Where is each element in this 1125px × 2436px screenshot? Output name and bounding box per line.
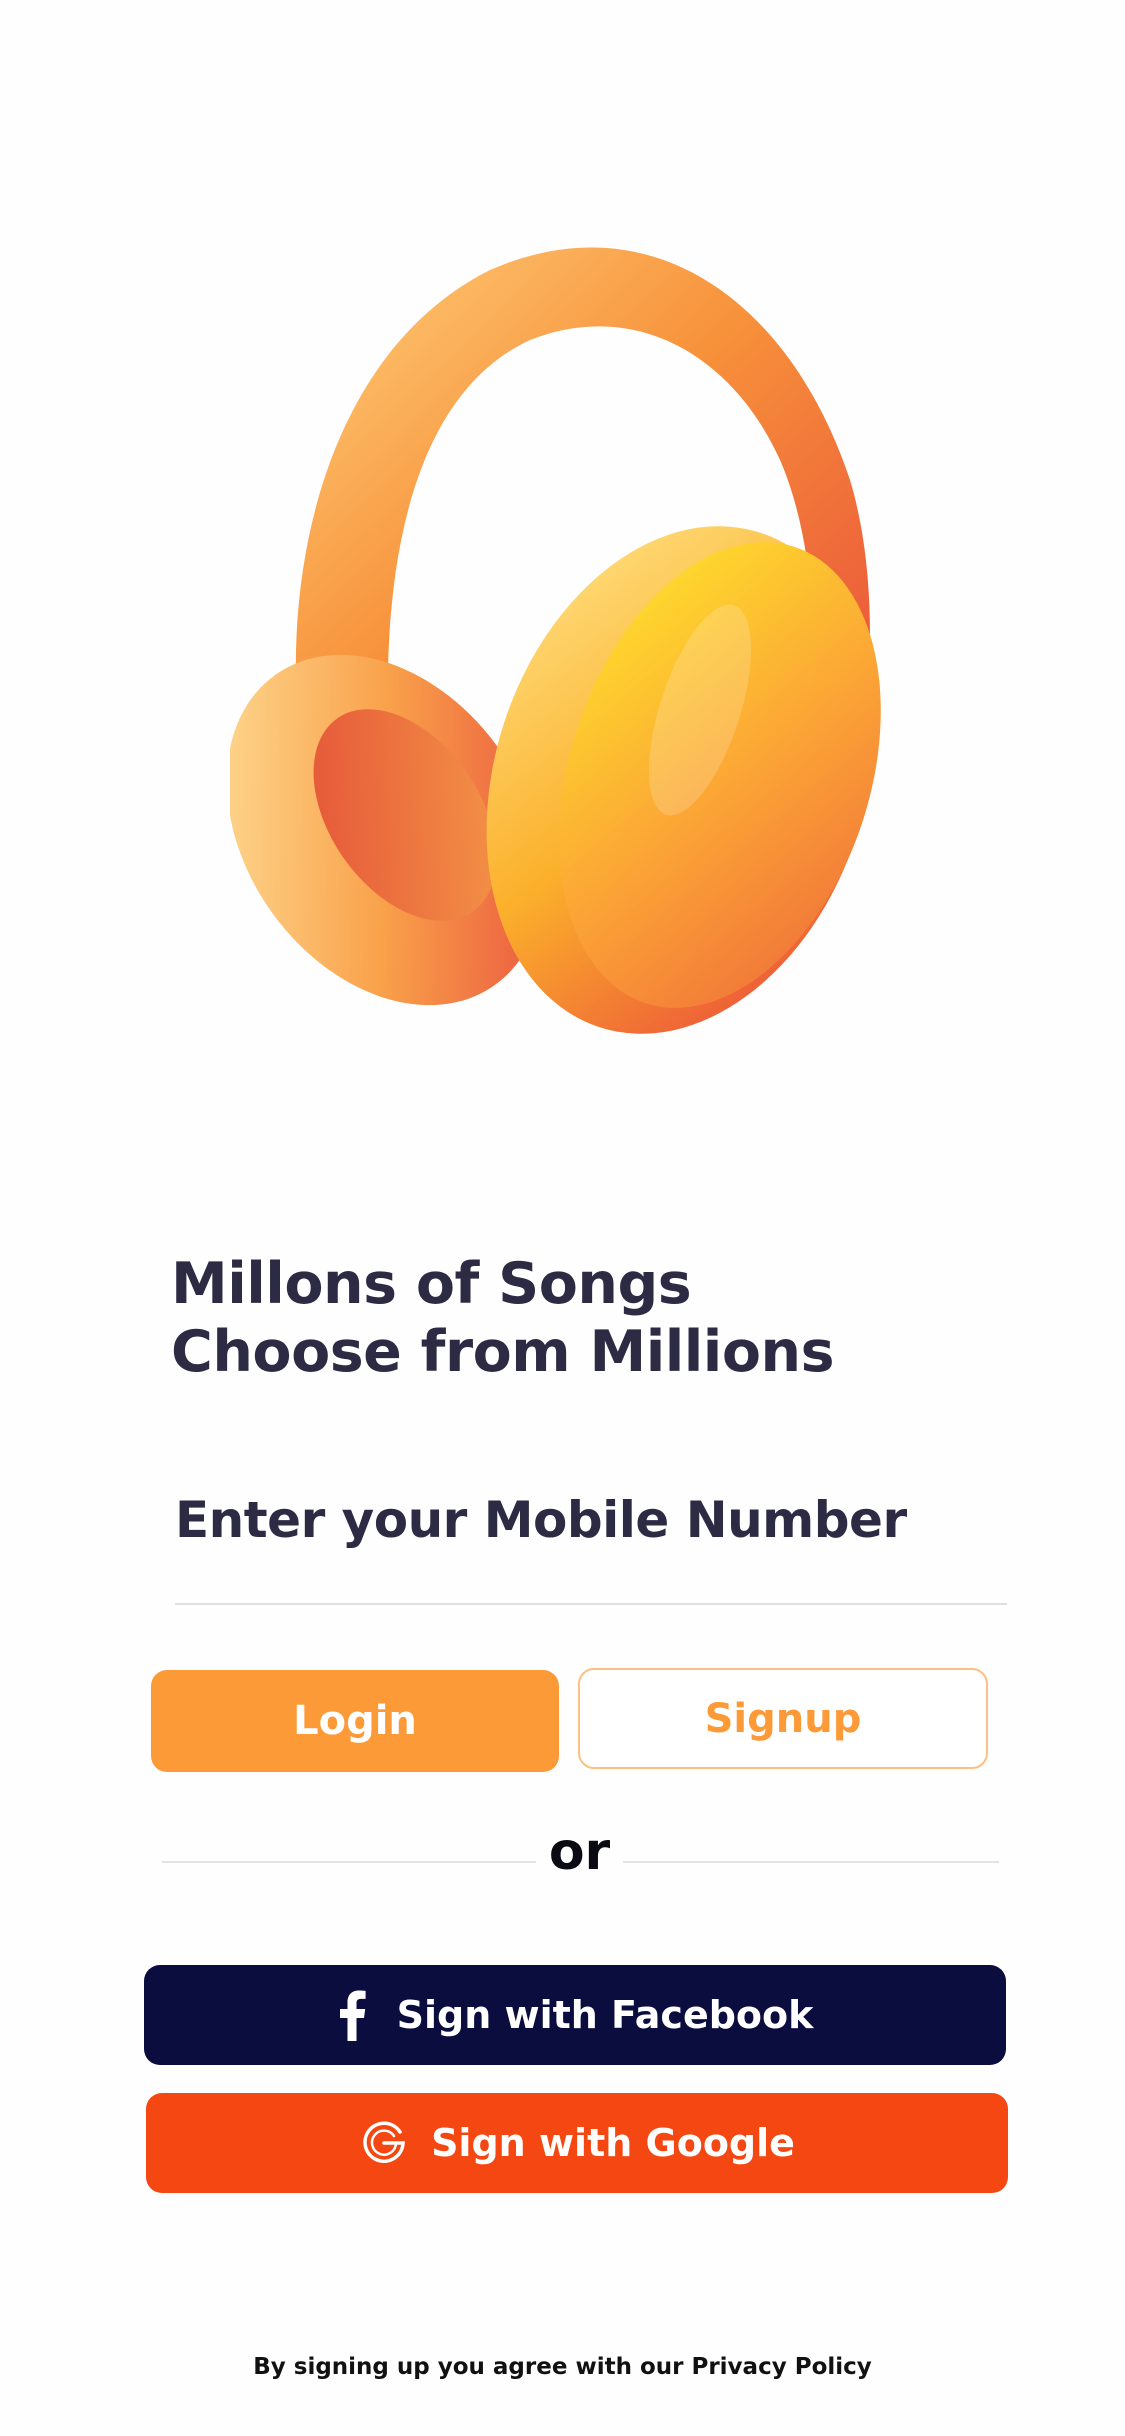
title-line-2: Choose from Millions <box>171 1319 835 1385</box>
input-underline <box>175 1603 1007 1605</box>
divider-right <box>623 1861 999 1863</box>
or-divider-label: or <box>548 1822 611 1882</box>
title-line-1: Millons of Songs <box>171 1251 692 1317</box>
facebook-signin-label: Sign with Facebook <box>396 1993 814 2037</box>
divider-left <box>162 1861 536 1863</box>
facebook-icon <box>337 1989 367 2041</box>
mobile-number-input[interactable] <box>175 1480 1007 1560</box>
login-button[interactable]: Login <box>151 1670 559 1772</box>
headphones-illustration <box>226 240 890 1080</box>
google-icon <box>359 2118 409 2168</box>
privacy-policy-text[interactable]: By signing up you agree with our Privacy… <box>0 2354 1125 2380</box>
signup-button[interactable]: Signup <box>578 1668 988 1769</box>
facebook-signin-button[interactable]: Sign with Facebook <box>144 1965 1006 2065</box>
google-signin-label: Sign with Google <box>431 2121 795 2165</box>
page-title: Millons of Songs Choose from Millions <box>171 1250 835 1386</box>
google-signin-button[interactable]: Sign with Google <box>146 2093 1008 2193</box>
